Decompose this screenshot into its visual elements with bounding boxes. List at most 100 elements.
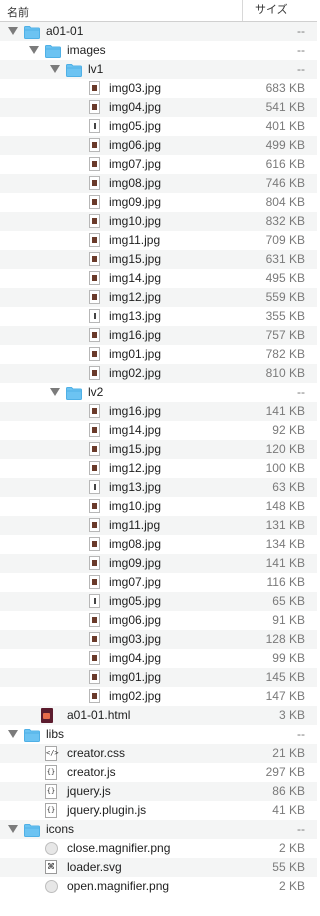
file-row[interactable]: img15.jpg 631 KB bbox=[0, 250, 317, 269]
js-file-icon: {} bbox=[45, 784, 57, 799]
disclosure-triangle-icon[interactable] bbox=[8, 825, 18, 833]
html-file-icon bbox=[41, 708, 53, 723]
item-size: 116 KB bbox=[266, 575, 305, 589]
item-name: img11.jpg bbox=[109, 233, 161, 247]
file-row[interactable]: </> creator.css 21 KB bbox=[0, 744, 317, 763]
file-row[interactable]: img11.jpg 131 KB bbox=[0, 516, 317, 535]
item-name: img13.jpg bbox=[109, 309, 162, 323]
image-file-icon bbox=[89, 423, 100, 437]
image-file-icon bbox=[89, 214, 100, 228]
file-row[interactable]: img06.jpg 499 KB bbox=[0, 136, 317, 155]
size-column-header[interactable]: サイズ bbox=[242, 0, 318, 21]
file-row[interactable]: img11.jpg 709 KB bbox=[0, 231, 317, 250]
file-row[interactable]: img15.jpg 120 KB bbox=[0, 440, 317, 459]
folder-row[interactable]: lv2 -- bbox=[0, 383, 317, 402]
file-list: a01-01 -- images -- lv1 -- img03.jpg 683 KB img0… bbox=[0, 22, 317, 896]
image-file-icon bbox=[89, 195, 100, 209]
folder-row[interactable]: icons -- bbox=[0, 820, 317, 839]
file-row[interactable]: img04.jpg 541 KB bbox=[0, 98, 317, 117]
item-size: 757 KB bbox=[265, 328, 305, 342]
file-row[interactable]: img02.jpg 810 KB bbox=[0, 364, 317, 383]
item-name: a01-01 bbox=[46, 24, 84, 38]
file-row[interactable]: img01.jpg 782 KB bbox=[0, 345, 317, 364]
file-row[interactable]: open.magnifier.png 2 KB bbox=[0, 877, 317, 896]
file-row[interactable]: img09.jpg 804 KB bbox=[0, 193, 317, 212]
file-row[interactable]: img01.jpg 145 KB bbox=[0, 668, 317, 687]
image-file-icon bbox=[89, 499, 100, 513]
item-name: creator.css bbox=[67, 746, 126, 760]
item-name: img04.jpg bbox=[109, 651, 162, 665]
file-row[interactable]: img02.jpg 147 KB bbox=[0, 687, 317, 706]
file-row[interactable]: img10.jpg 148 KB bbox=[0, 497, 317, 516]
item-name: images bbox=[67, 43, 106, 57]
file-row[interactable]: img13.jpg 63 KB bbox=[0, 478, 317, 497]
item-size: 65 KB bbox=[272, 594, 305, 608]
item-size: 499 KB bbox=[265, 138, 305, 152]
file-row[interactable]: img14.jpg 92 KB bbox=[0, 421, 317, 440]
file-row[interactable]: img08.jpg 134 KB bbox=[0, 535, 317, 554]
item-size: 297 KB bbox=[265, 765, 305, 779]
file-row[interactable]: close.magnifier.png 2 KB bbox=[0, 839, 317, 858]
item-name: img05.jpg bbox=[109, 594, 162, 608]
image-file-icon bbox=[89, 366, 100, 380]
item-size: -- bbox=[297, 385, 305, 399]
image-file-icon bbox=[89, 404, 100, 418]
image-file-icon bbox=[89, 347, 100, 361]
disclosure-triangle-icon[interactable] bbox=[8, 27, 18, 35]
folder-row[interactable]: libs -- bbox=[0, 725, 317, 744]
folder-icon bbox=[24, 729, 40, 742]
item-name: img13.jpg bbox=[109, 480, 162, 494]
item-name: jquery.plugin.js bbox=[67, 803, 147, 817]
js-file-icon: {} bbox=[45, 803, 57, 818]
file-row[interactable]: img16.jpg 141 KB bbox=[0, 402, 317, 421]
disclosure-triangle-icon[interactable] bbox=[8, 730, 18, 738]
item-size: 782 KB bbox=[265, 347, 305, 361]
image-file-icon bbox=[89, 556, 100, 570]
item-name: img14.jpg bbox=[109, 271, 162, 285]
folder-row[interactable]: a01-01 -- bbox=[0, 22, 317, 41]
item-name: open.magnifier.png bbox=[67, 879, 170, 893]
disclosure-triangle-icon[interactable] bbox=[29, 46, 39, 54]
file-row[interactable]: img12.jpg 559 KB bbox=[0, 288, 317, 307]
item-size: -- bbox=[297, 822, 305, 836]
file-row[interactable]: img10.jpg 832 KB bbox=[0, 212, 317, 231]
file-row[interactable]: img06.jpg 91 KB bbox=[0, 611, 317, 630]
file-row[interactable]: img07.jpg 616 KB bbox=[0, 155, 317, 174]
file-row[interactable]: img03.jpg 683 KB bbox=[0, 79, 317, 98]
file-row[interactable]: img05.jpg 401 KB bbox=[0, 117, 317, 136]
file-row[interactable]: img05.jpg 65 KB bbox=[0, 592, 317, 611]
item-name: img02.jpg bbox=[109, 689, 162, 703]
item-name: img01.jpg bbox=[109, 670, 162, 684]
item-name: img06.jpg bbox=[109, 138, 162, 152]
file-row[interactable]: img09.jpg 141 KB bbox=[0, 554, 317, 573]
item-name: img05.jpg bbox=[109, 119, 162, 133]
file-row[interactable]: a01-01.html 3 KB bbox=[0, 706, 317, 725]
file-row[interactable]: img13.jpg 355 KB bbox=[0, 307, 317, 326]
file-row[interactable]: img16.jpg 757 KB bbox=[0, 326, 317, 345]
file-row[interactable]: {} jquery.js 86 KB bbox=[0, 782, 317, 801]
file-row[interactable]: {} jquery.plugin.js 41 KB bbox=[0, 801, 317, 820]
disclosure-triangle-icon[interactable] bbox=[50, 65, 60, 73]
image-file-icon bbox=[89, 290, 100, 304]
folder-row[interactable]: lv1 -- bbox=[0, 60, 317, 79]
disclosure-triangle-icon[interactable] bbox=[50, 388, 60, 396]
file-row[interactable]: {} creator.js 297 KB bbox=[0, 763, 317, 782]
item-size: -- bbox=[297, 43, 305, 57]
name-column-header[interactable]: 名前 bbox=[7, 4, 29, 20]
file-row[interactable]: img08.jpg 746 KB bbox=[0, 174, 317, 193]
file-row[interactable]: img04.jpg 99 KB bbox=[0, 649, 317, 668]
item-size: 41 KB bbox=[272, 803, 305, 817]
item-size: 541 KB bbox=[265, 100, 305, 114]
file-row[interactable]: img14.jpg 495 KB bbox=[0, 269, 317, 288]
file-row[interactable]: ⌘ loader.svg 55 KB bbox=[0, 858, 317, 877]
item-size: -- bbox=[297, 24, 305, 38]
file-row[interactable]: img12.jpg 100 KB bbox=[0, 459, 317, 478]
image-file-icon bbox=[89, 575, 100, 589]
folder-row[interactable]: images -- bbox=[0, 41, 317, 60]
item-name: lv2 bbox=[88, 385, 104, 399]
file-row[interactable]: img07.jpg 116 KB bbox=[0, 573, 317, 592]
image-file-icon bbox=[89, 613, 100, 627]
png-file-icon bbox=[45, 842, 58, 855]
file-row[interactable]: img03.jpg 128 KB bbox=[0, 630, 317, 649]
item-name: jquery.js bbox=[67, 784, 111, 798]
